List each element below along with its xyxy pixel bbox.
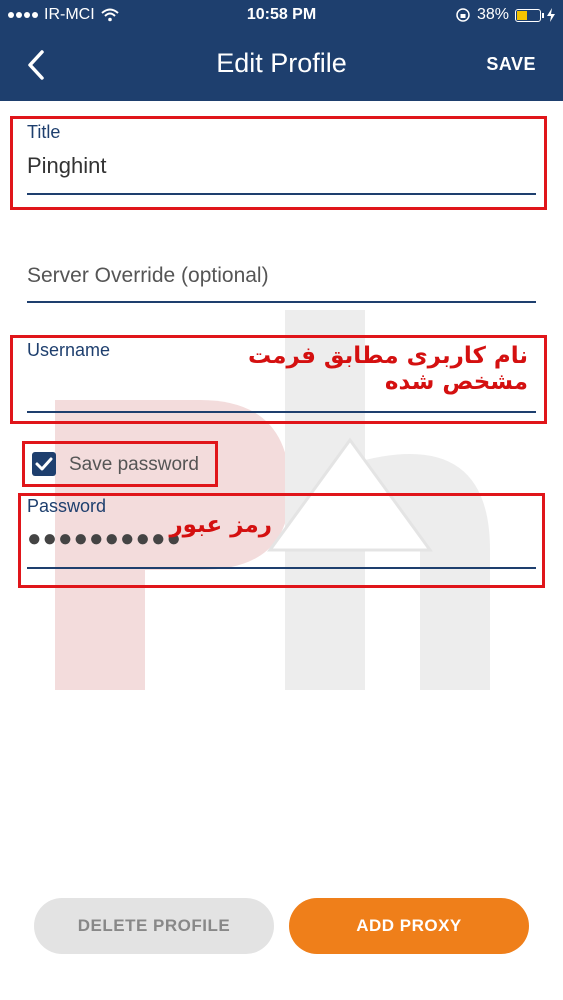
charging-icon (547, 8, 555, 22)
highlight-box-title (10, 116, 547, 210)
password-annotation: رمز عبور (169, 512, 272, 538)
app-header: IR-MCI 10:58 PM 38% Edit Profile SAVE (0, 0, 563, 101)
status-bar: IR-MCI 10:58 PM 38% (0, 0, 563, 30)
battery-percent: 38% (476, 6, 509, 23)
highlight-box-password (18, 493, 545, 588)
delete-profile-button[interactable]: DELETE PROFILE (34, 898, 274, 954)
battery-icon (515, 8, 544, 22)
add-proxy-button[interactable]: ADD PROXY (289, 898, 529, 954)
orientation-lock-icon (456, 8, 470, 22)
page-title: Edit Profile (216, 48, 347, 78)
username-annotation: نام کاربری مطابق فرمت مشخص شده (247, 343, 528, 395)
server-override-underline (27, 301, 536, 303)
save-button[interactable]: SAVE (486, 54, 536, 75)
highlight-box-save-password (22, 441, 218, 487)
server-override-field[interactable]: Server Override (optional) (27, 264, 536, 304)
server-override-input[interactable]: Server Override (optional) (27, 264, 269, 287)
